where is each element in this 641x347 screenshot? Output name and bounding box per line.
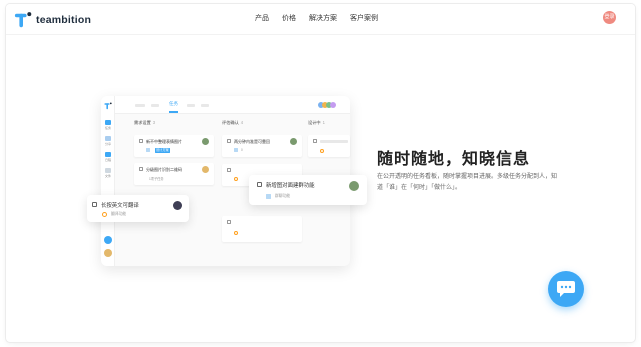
task-subtitle: 翻译功能 [111,212,127,216]
page-frame: teambition 产品 价格 解决方案 客户案例 登录 任务 分享 日程 文… [6,4,635,342]
subtask-icon [266,194,271,199]
task-title: 长按英文可翻译 [101,203,139,209]
task-title: 新增图对面建群功能 [266,183,315,189]
top-nav: teambition 产品 价格 解决方案 客户案例 登录 [6,4,635,34]
nav-divider [6,34,635,35]
chat-button[interactable] [548,271,584,307]
nav-item-product[interactable]: 产品 [255,14,269,24]
hero-description: 在公开透明的任务看板，随时掌握项目进展。多级任务分配到人，知道「谁」在「何时」「… [377,174,558,191]
priority-icon [234,177,238,181]
priority-icon [102,212,107,217]
task-tag: 设计方案 [155,148,170,153]
assignee-avatar [349,181,359,191]
nav-item-customers[interactable]: 客户案例 [350,14,378,24]
user-avatar[interactable]: 登录 [603,11,616,24]
brand-name: teambition [36,14,92,26]
task-checkbox[interactable] [227,168,231,172]
priority-icon [320,149,324,153]
task-title: 两分钟内准是可靠回 [234,139,270,144]
assignee-avatar [202,138,209,145]
calendar-icon[interactable] [105,152,111,157]
task-checkbox[interactable] [313,139,317,143]
column-title: 需求设置 3 [134,120,156,125]
task-title: 新不中整理表情图片 [146,139,182,144]
board-sidebar: 任务 分享 日程 文件 [101,96,115,266]
task-subtitle: 群聊功能 [275,194,291,198]
priority-icon [234,231,238,235]
add-icon[interactable] [104,236,112,244]
task-checkbox[interactable] [257,182,262,187]
task-subtask-count: 0 [241,148,243,152]
hero-headline: 随时随地，知晓信息 [377,151,531,168]
task-title-placeholder [320,140,348,143]
breadcrumb-placeholder [135,104,145,107]
column-title: 评估确认 4 [222,120,244,125]
task-card[interactable] [222,216,302,242]
board-logo-icon [104,102,112,110]
floating-task-card-translate[interactable]: 长按英文可翻译 翻译功能 [87,195,189,222]
sidebar-avatar[interactable] [104,249,112,257]
nav-item-pricing[interactable]: 价格 [282,14,296,24]
task-checkbox[interactable] [139,167,143,171]
task-title: 分级图片识别二维码 [146,167,182,172]
main-menu: 产品 价格 解决方案 客户案例 [255,14,391,24]
task-checkbox[interactable] [139,139,143,143]
tasks-icon[interactable] [105,120,111,125]
tab-tasks[interactable]: 任务 [169,101,178,107]
task-checkbox[interactable] [227,139,231,143]
column-title: 设计中 1 [308,120,325,125]
subtask-icon [234,148,238,152]
task-subtask-count: 1项子任务 [149,177,164,181]
share-icon[interactable] [105,136,111,141]
tab-placeholder-2 [201,104,209,107]
sidebar-item-tasks[interactable]: 任务 [103,126,113,130]
sidebar-item-share[interactable]: 分享 [103,142,113,146]
assignee-avatar [202,166,209,173]
brand-logo[interactable]: teambition [14,11,91,29]
tab-placeholder [187,104,195,107]
sidebar-item-files[interactable]: 文件 [103,174,113,178]
breadcrumb-placeholder-2 [151,104,159,107]
chat-bubble-icon [557,281,575,297]
nav-item-solutions[interactable]: 解决方案 [309,14,337,24]
task-checkbox[interactable] [92,202,97,207]
floating-task-card-group[interactable]: 新增图对面建群功能 群聊功能 [249,175,367,205]
sidebar-item-calendar[interactable]: 日程 [103,158,113,162]
subtask-icon [146,148,150,152]
teambition-logo-icon [14,12,32,28]
assignee-avatar [173,201,182,210]
member-avatar[interactable] [330,102,336,108]
assignee-avatar [290,138,297,145]
tab-active-indicator [169,111,178,113]
task-checkbox[interactable] [227,220,231,224]
files-icon[interactable] [105,168,111,173]
